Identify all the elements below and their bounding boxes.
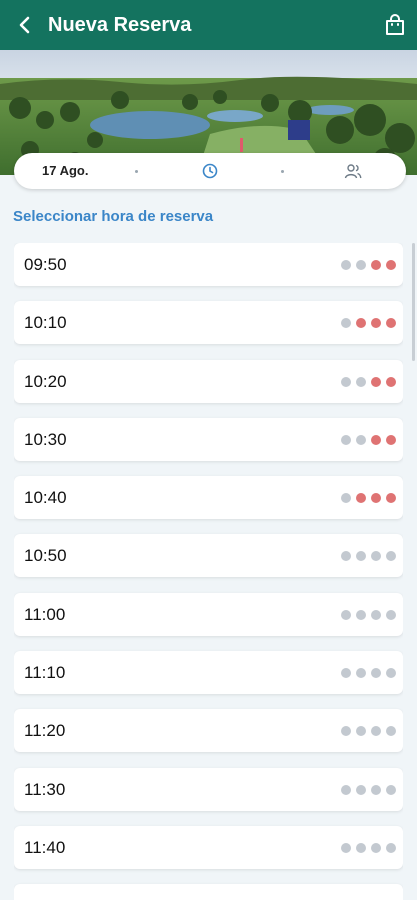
time-slot-row[interactable]: 10:50: [14, 534, 403, 578]
time-slot-row[interactable]: 10:40: [14, 476, 403, 520]
time-slot-row[interactable]: 11:00: [14, 592, 403, 636]
availability-indicator: [341, 784, 396, 795]
time-slot-row[interactable]: 09:50: [14, 243, 403, 286]
free-spot-dot: [356, 668, 366, 679]
free-spot-dot: [386, 551, 396, 562]
taken-spot-dot: [386, 493, 396, 504]
availability-indicator: [341, 434, 396, 445]
time-slot-row[interactable]: 11:40: [14, 825, 403, 869]
time-slot-label: 10:40: [24, 488, 67, 508]
time-slot-row[interactable]: 11:30: [14, 767, 403, 811]
cart-button[interactable]: [383, 13, 407, 37]
booking-stepper: 17 Ago.: [14, 153, 406, 189]
taken-spot-dot: [386, 260, 396, 270]
taken-spot-dot: [371, 376, 381, 387]
taken-spot-dot: [371, 260, 381, 270]
chevron-left-icon: [19, 16, 30, 34]
free-spot-dot: [341, 376, 351, 387]
free-spot-dot: [386, 726, 396, 737]
taken-spot-dot: [386, 318, 396, 329]
free-spot-dot: [371, 784, 381, 795]
free-spot-dot: [356, 434, 366, 445]
time-slot-label: 10:30: [24, 429, 67, 449]
free-spot-dot: [341, 784, 351, 795]
taken-spot-dot: [356, 493, 366, 504]
free-spot-dot: [356, 726, 366, 737]
time-slot-list: 09:50 10:10 10:20 10:30 10:40 10:50 11:00 11:10…: [14, 243, 403, 900]
page-title: Nueva Reserva: [48, 13, 192, 36]
free-spot-dot: [356, 609, 366, 620]
people-icon[interactable]: [344, 163, 362, 179]
time-slot-label: 09:50: [24, 255, 67, 274]
free-spot-dot: [341, 318, 351, 329]
step-separator: [281, 170, 284, 173]
app-bar: Nueva Reserva: [0, 0, 417, 50]
scrollbar[interactable]: [412, 243, 415, 361]
time-slot-label: 11:00: [24, 604, 66, 624]
availability-indicator: [341, 260, 396, 270]
free-spot-dot: [371, 668, 381, 679]
free-spot-dot: [341, 260, 351, 270]
availability-indicator: [341, 318, 396, 329]
free-spot-dot: [356, 260, 366, 270]
taken-spot-dot: [386, 376, 396, 387]
free-spot-dot: [341, 493, 351, 504]
availability-indicator: [341, 842, 396, 853]
time-slot-row[interactable]: 11:10: [14, 651, 403, 695]
free-spot-dot: [341, 551, 351, 562]
time-slot-label: 10:50: [24, 546, 67, 566]
clock-icon[interactable]: [202, 163, 218, 179]
free-spot-dot: [386, 668, 396, 679]
free-spot-dot: [356, 842, 366, 853]
section-title: Seleccionar hora de reserva: [13, 208, 214, 225]
time-slot-label: 11:20: [24, 721, 66, 741]
free-spot-dot: [341, 668, 351, 679]
taken-spot-dot: [371, 318, 381, 329]
free-spot-dot: [356, 551, 366, 562]
availability-indicator: [341, 493, 396, 504]
availability-indicator: [341, 726, 396, 737]
free-spot-dot: [341, 434, 351, 445]
time-slot-row[interactable]: 10:10: [14, 301, 403, 345]
time-slot-row[interactable]: 11:20: [14, 709, 403, 753]
free-spot-dot: [341, 609, 351, 620]
time-slot-label: 10:20: [24, 371, 67, 391]
availability-indicator: [341, 609, 396, 620]
availability-indicator: [341, 376, 396, 387]
time-slot-row[interactable]: 10:30: [14, 417, 403, 461]
free-spot-dot: [386, 784, 396, 795]
taken-spot-dot: [386, 434, 396, 445]
taken-spot-dot: [371, 493, 381, 504]
time-slot-label: 11:30: [24, 779, 66, 799]
time-slot-label: 11:40: [24, 837, 66, 857]
taken-spot-dot: [371, 434, 381, 445]
free-spot-dot: [386, 609, 396, 620]
free-spot-dot: [341, 726, 351, 737]
time-slot-label: 10:10: [24, 313, 67, 333]
free-spot-dot: [371, 609, 381, 620]
free-spot-dot: [371, 551, 381, 562]
free-spot-dot: [371, 726, 381, 737]
step-separator: [135, 170, 138, 173]
availability-indicator: [341, 668, 396, 679]
free-spot-dot: [356, 784, 366, 795]
time-slot-row[interactable]: 10:20: [14, 359, 403, 403]
time-slot-label: 11:10: [24, 663, 66, 683]
free-spot-dot: [386, 842, 396, 853]
time-slot-row[interactable]: [14, 884, 403, 900]
free-spot-dot: [341, 842, 351, 853]
taken-spot-dot: [356, 318, 366, 329]
step-date[interactable]: 17 Ago.: [42, 163, 88, 178]
back-button[interactable]: [0, 0, 50, 50]
free-spot-dot: [371, 842, 381, 853]
shopping-bag-icon: [386, 14, 404, 35]
availability-indicator: [341, 551, 396, 562]
free-spot-dot: [356, 376, 366, 387]
